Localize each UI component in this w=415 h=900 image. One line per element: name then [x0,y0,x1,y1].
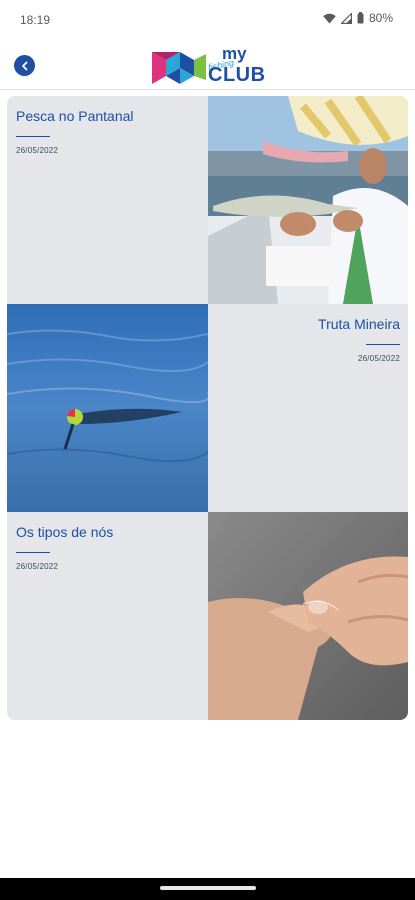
article-title: Truta Mineira [318,316,400,332]
article-card-os-tipos-de-nos[interactable]: Os tipos de nós 26/05/2022 [7,512,208,720]
status-icons: 80% [323,11,393,25]
battery-icon [357,12,364,24]
chevron-left-icon [21,61,27,70]
fishing-float-water-photo[interactable] [7,304,208,512]
home-gesture-handle[interactable] [160,886,256,890]
wifi-icon [323,13,336,23]
title-underline [16,136,50,137]
status-bar: 18:19 80% [0,0,415,40]
title-underline [366,344,400,345]
article-title: Pesca no Pantanal [16,108,134,124]
app-header: my fishing CLUB [0,40,415,90]
status-time: 18:19 [20,13,51,27]
system-nav-bar [0,878,415,900]
signal-icon [340,12,352,24]
title-underline [16,552,50,553]
water-float-image [7,304,208,512]
hands-knot-image [208,512,408,720]
article-grid: Pesca no Pantanal 26/05/2022 Truta Minei… [7,96,408,720]
article-date: 26/05/2022 [16,562,59,571]
article-card-truta-mineira[interactable]: Truta Mineira 26/05/2022 [208,304,408,512]
article-card-pesca-no-pantanal[interactable]: Pesca no Pantanal 26/05/2022 [7,96,208,304]
hands-tying-knot-photo[interactable] [208,512,408,720]
article-title: Os tipos de nós [16,524,114,540]
battery-level: 80% [368,11,393,25]
logo-text-club: CLUB [208,64,266,86]
article-date: 26/05/2022 [16,146,59,155]
logo-mark-icon [152,52,206,84]
my-fishing-club-logo: my fishing CLUB [150,44,270,88]
article-date: 26/05/2022 [357,354,400,363]
fishing-boat-image [208,96,408,304]
back-button[interactable] [14,55,35,76]
man-holding-fish-photo[interactable] [208,96,408,304]
